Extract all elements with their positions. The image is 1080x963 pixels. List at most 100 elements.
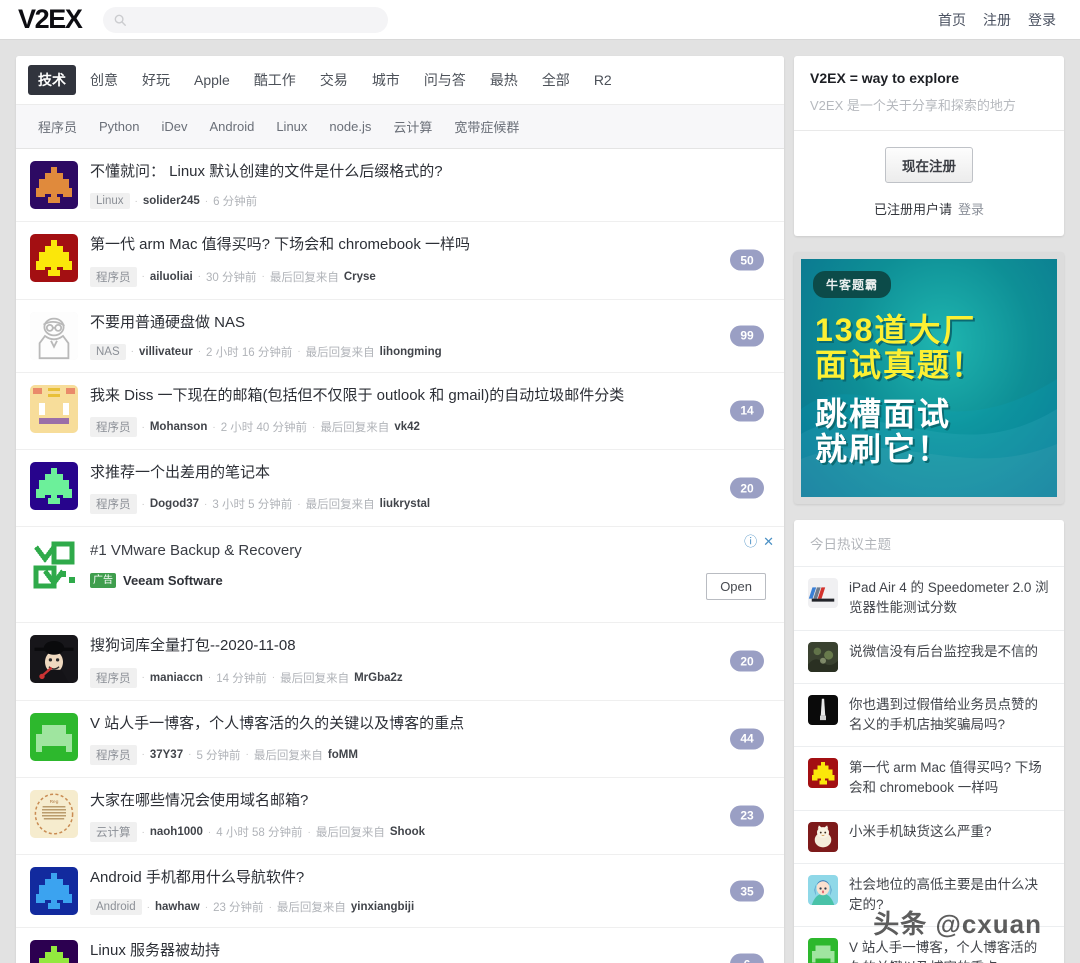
last-reply-user[interactable]: Shook	[390, 826, 425, 838]
topic-author[interactable]: villivateur	[139, 346, 193, 358]
subtab-7[interactable]: 宽带症候群	[446, 115, 527, 138]
topic-title[interactable]: Linux 服务器被劫持	[90, 941, 770, 961]
topic-row[interactable]: Linux 服务器被劫持Linux·chenduoduo·5 小时 9 分钟前·…	[16, 928, 784, 963]
avatar[interactable]	[30, 161, 78, 209]
hot-topic-title[interactable]: 第一代 arm Mac 值得买吗? 下场会和 chromebook 一样吗	[849, 758, 1050, 799]
node-tag[interactable]: 程序员	[90, 267, 137, 287]
site-logo[interactable]: V2EX	[18, 4, 81, 35]
hot-topic-item[interactable]: iPad Air 4 的 Speedometer 2.0 浏览器性能测试分数	[794, 567, 1064, 631]
topic-author[interactable]: Dogod37	[150, 498, 199, 510]
node-tag[interactable]: 程序员	[90, 668, 137, 688]
nav-login[interactable]: 登录	[1028, 10, 1056, 30]
hot-topic-title[interactable]: 你也遇到过假借给业务员点赞的名义的手机店抽奖骗局吗?	[849, 695, 1050, 736]
hot-topic-title[interactable]: V 站人手一博客，个人博客活的久的关键以及博客的重点	[849, 938, 1050, 963]
subtab-5[interactable]: node.js	[321, 117, 379, 136]
topic-author[interactable]: hawhaw	[155, 901, 200, 913]
topic-row[interactable]: 求推荐一个出差用的笔记本程序员·Dogod37·3 小时 5 分钟前·最后回复来…	[16, 450, 784, 527]
node-tag[interactable]: Linux	[90, 193, 130, 209]
topic-title[interactable]: 大家在哪些情况会使用域名邮箱?	[90, 791, 770, 811]
tab-2[interactable]: 好玩	[132, 65, 180, 95]
topic-title[interactable]: 搜狗词库全量打包--2020-11-08	[90, 636, 770, 656]
hot-topic-title[interactable]: 小米手机缺货这么严重?	[849, 822, 992, 842]
tab-4[interactable]: 酷工作	[244, 65, 306, 95]
ad-title[interactable]: #1 VMware Backup & Recovery	[90, 542, 770, 559]
tab-6[interactable]: 城市	[362, 65, 410, 95]
last-reply-user[interactable]: vk42	[394, 421, 420, 433]
last-reply-user[interactable]: MrGba2z	[354, 672, 403, 684]
reply-count-badge[interactable]: 44	[730, 728, 764, 749]
last-reply-user[interactable]: Cryse	[344, 271, 376, 283]
hot-topic-title[interactable]: iPad Air 4 的 Speedometer 2.0 浏览器性能测试分数	[849, 578, 1050, 619]
subtab-2[interactable]: iDev	[154, 117, 196, 136]
last-reply-user[interactable]: lihongming	[380, 346, 442, 358]
nav-register[interactable]: 注册	[983, 10, 1011, 30]
topic-row[interactable]: 搜狗词库全量打包--2020-11-08程序员·maniaccn·14 分钟前·…	[16, 623, 784, 700]
tab-0[interactable]: 技术	[28, 65, 76, 95]
node-tag[interactable]: 程序员	[90, 745, 137, 765]
subtab-3[interactable]: Android	[202, 117, 263, 136]
subtab-4[interactable]: Linux	[268, 117, 315, 136]
subtab-6[interactable]: 云计算	[385, 115, 440, 138]
tab-3[interactable]: Apple	[184, 67, 240, 93]
topic-author[interactable]: 37Y37	[150, 749, 183, 761]
avatar[interactable]: Reg	[30, 790, 78, 838]
avatar[interactable]	[30, 713, 78, 761]
node-tag[interactable]: 云计算	[90, 822, 137, 842]
hot-topic-item[interactable]: 小米手机缺货这么严重?	[794, 811, 1064, 864]
tab-5[interactable]: 交易	[310, 65, 358, 95]
ad-row[interactable]: #1 VMware Backup & Recovery 广告 Veeam Sof…	[16, 527, 784, 623]
avatar[interactable]	[30, 385, 78, 433]
topic-title[interactable]: 不要用普通硬盘做 NAS	[90, 313, 770, 333]
topic-row[interactable]: 我来 Diss 一下现在的邮箱(包括但不仅限于 outlook 和 gmail)…	[16, 373, 784, 450]
subtab-0[interactable]: 程序员	[30, 115, 85, 138]
ad-brand[interactable]: Veeam Software	[123, 573, 223, 588]
node-tag[interactable]: NAS	[90, 344, 126, 360]
avatar[interactable]	[30, 635, 78, 683]
tab-8[interactable]: 最热	[480, 65, 528, 95]
node-tag[interactable]: 程序员	[90, 417, 137, 437]
avatar[interactable]	[30, 940, 78, 963]
hot-topic-item[interactable]: 社会地位的高低主要是由什么决定的?	[794, 864, 1064, 928]
topic-author[interactable]: ailuoliai	[150, 271, 193, 283]
tab-1[interactable]: 创意	[80, 65, 128, 95]
hot-topic-title[interactable]: 说微信没有后台监控我是不信的	[849, 642, 1038, 662]
reply-count-badge[interactable]: 6	[730, 954, 764, 963]
topic-title[interactable]: 不懂就问： Linux 默认创建的文件是什么后缀格式的?	[90, 162, 770, 182]
topic-title[interactable]: 求推荐一个出差用的笔记本	[90, 463, 770, 483]
subtab-1[interactable]: Python	[91, 117, 147, 136]
topic-title[interactable]: 第一代 arm Mac 值得买吗? 下场会和 chromebook 一样吗	[90, 235, 770, 255]
reply-count-badge[interactable]: 99	[730, 325, 764, 346]
topic-row[interactable]: V 站人手一博客，个人博客活的久的关键以及博客的重点程序员·37Y37·5 分钟…	[16, 701, 784, 778]
register-button[interactable]: 现在注册	[885, 147, 973, 183]
topic-author[interactable]: solider245	[143, 195, 200, 207]
tab-7[interactable]: 问与答	[414, 65, 476, 95]
last-reply-user[interactable]: foMM	[328, 749, 358, 761]
reply-count-badge[interactable]: 20	[730, 478, 764, 499]
avatar[interactable]	[30, 462, 78, 510]
topic-title[interactable]: Android 手机都用什么导航软件?	[90, 868, 770, 888]
reply-count-badge[interactable]: 14	[730, 400, 764, 421]
topic-author[interactable]: maniaccn	[150, 672, 203, 684]
topic-title[interactable]: 我来 Diss 一下现在的邮箱(包括但不仅限于 outlook 和 gmail)…	[90, 386, 770, 406]
topic-row[interactable]: Reg大家在哪些情况会使用域名邮箱?云计算·naoh1000·4 小时 58 分…	[16, 778, 784, 855]
search-input[interactable]	[134, 13, 378, 27]
avatar[interactable]	[30, 867, 78, 915]
topic-title[interactable]: V 站人手一博客，个人博客活的久的关键以及博客的重点	[90, 714, 770, 734]
tab-10[interactable]: R2	[584, 67, 622, 93]
topic-row[interactable]: Android 手机都用什么导航软件?Android·hawhaw·23 分钟前…	[16, 855, 784, 928]
last-reply-user[interactable]: liukrystal	[380, 498, 431, 510]
node-tag[interactable]: 程序员	[90, 494, 137, 514]
reply-count-badge[interactable]: 35	[730, 881, 764, 902]
hot-topic-item[interactable]: 第一代 arm Mac 值得买吗? 下场会和 chromebook 一样吗	[794, 747, 1064, 811]
reply-count-badge[interactable]: 20	[730, 651, 764, 672]
tab-9[interactable]: 全部	[532, 65, 580, 95]
nav-home[interactable]: 首页	[938, 10, 966, 30]
login-link[interactable]: 登录	[958, 202, 984, 217]
topic-row[interactable]: 不要用普通硬盘做 NASNAS·villivateur·2 小时 16 分钟前·…	[16, 300, 784, 373]
banner-ad[interactable]: 牛客题霸 138道大厂 面试真题！ 跳槽面试 就刷它！	[794, 252, 1064, 504]
avatar[interactable]	[30, 234, 78, 282]
hot-topic-item[interactable]: 说微信没有后台监控我是不信的	[794, 631, 1064, 684]
topic-author[interactable]: Mohanson	[150, 421, 208, 433]
last-reply-user[interactable]: yinxiangbiji	[351, 901, 414, 913]
avatar[interactable]	[30, 312, 78, 360]
